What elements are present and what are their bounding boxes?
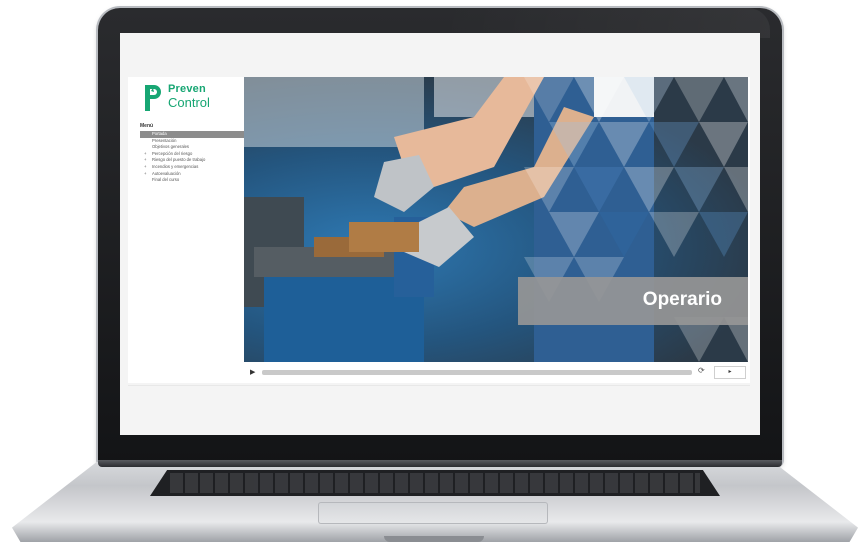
menu-item-label: Percepción del riesgo bbox=[152, 150, 193, 156]
laptop-keyboard bbox=[150, 470, 720, 496]
menu-item-label: Portada bbox=[152, 131, 167, 136]
expand-icon[interactable]: + bbox=[144, 171, 146, 178]
menu-item[interactable]: Final del curso bbox=[140, 177, 244, 184]
menu-item[interactable]: Portada bbox=[140, 131, 244, 138]
keyboard-keys bbox=[170, 473, 700, 493]
laptop-trackpad bbox=[318, 502, 548, 524]
hero-caption: Operario bbox=[642, 289, 722, 310]
brand-name-line2: Control bbox=[168, 95, 210, 110]
progress-track[interactable] bbox=[262, 370, 692, 375]
chevron-right-icon: ▸ bbox=[728, 369, 732, 375]
play-icon[interactable]: ▶ bbox=[250, 368, 255, 376]
menu-item[interactable]: + Riesgo del puesto de trabajo bbox=[140, 157, 244, 164]
brand-logo: Preven Control bbox=[144, 83, 234, 117]
hero-caption-box: Operario bbox=[518, 277, 748, 325]
expand-icon[interactable]: + bbox=[144, 151, 146, 158]
laptop-notch bbox=[384, 536, 484, 542]
replay-icon[interactable]: ⟳ bbox=[698, 366, 705, 375]
menu-item[interactable]: + Percepción del riesgo bbox=[140, 151, 244, 158]
menu-item[interactable]: Presentación bbox=[140, 138, 244, 145]
menu-item-label: Final del curso bbox=[152, 177, 180, 183]
course-menu: Portada Presentación Objetivos generales + P… bbox=[140, 131, 244, 184]
menu-title: Menú bbox=[140, 123, 154, 129]
menu-item-label: Presentación bbox=[152, 137, 177, 143]
expand-icon[interactable]: + bbox=[144, 164, 146, 171]
page-divider bbox=[128, 385, 750, 386]
brand-logo-mark-icon bbox=[145, 85, 161, 111]
laptop-hinge bbox=[98, 460, 782, 467]
menu-item-label: Autoevaluación bbox=[152, 170, 181, 176]
menu-item-label: Incendios y emergencias bbox=[152, 163, 199, 169]
laptop-screen: Preven Control Menú Portada Presentación O… bbox=[120, 33, 760, 435]
menu-item-label: Riesgo del puesto de trabajo bbox=[152, 157, 206, 163]
player-controls: ▶ ⟳ ▸ bbox=[244, 366, 748, 379]
expand-icon[interactable]: + bbox=[144, 157, 146, 164]
course-page: Preven Control Menú Portada Presentación O… bbox=[128, 77, 750, 383]
next-button[interactable]: ▸ bbox=[714, 366, 746, 379]
menu-item-label: Objetivos generales bbox=[152, 144, 190, 150]
menu-item[interactable]: + Incendios y emergencias bbox=[140, 164, 244, 171]
menu-item[interactable]: Objetivos generales bbox=[140, 144, 244, 151]
hero-image: Operario bbox=[244, 77, 748, 362]
menu-item[interactable]: + Autoevaluación bbox=[140, 171, 244, 178]
brand-name-line1: Preven bbox=[168, 83, 206, 95]
